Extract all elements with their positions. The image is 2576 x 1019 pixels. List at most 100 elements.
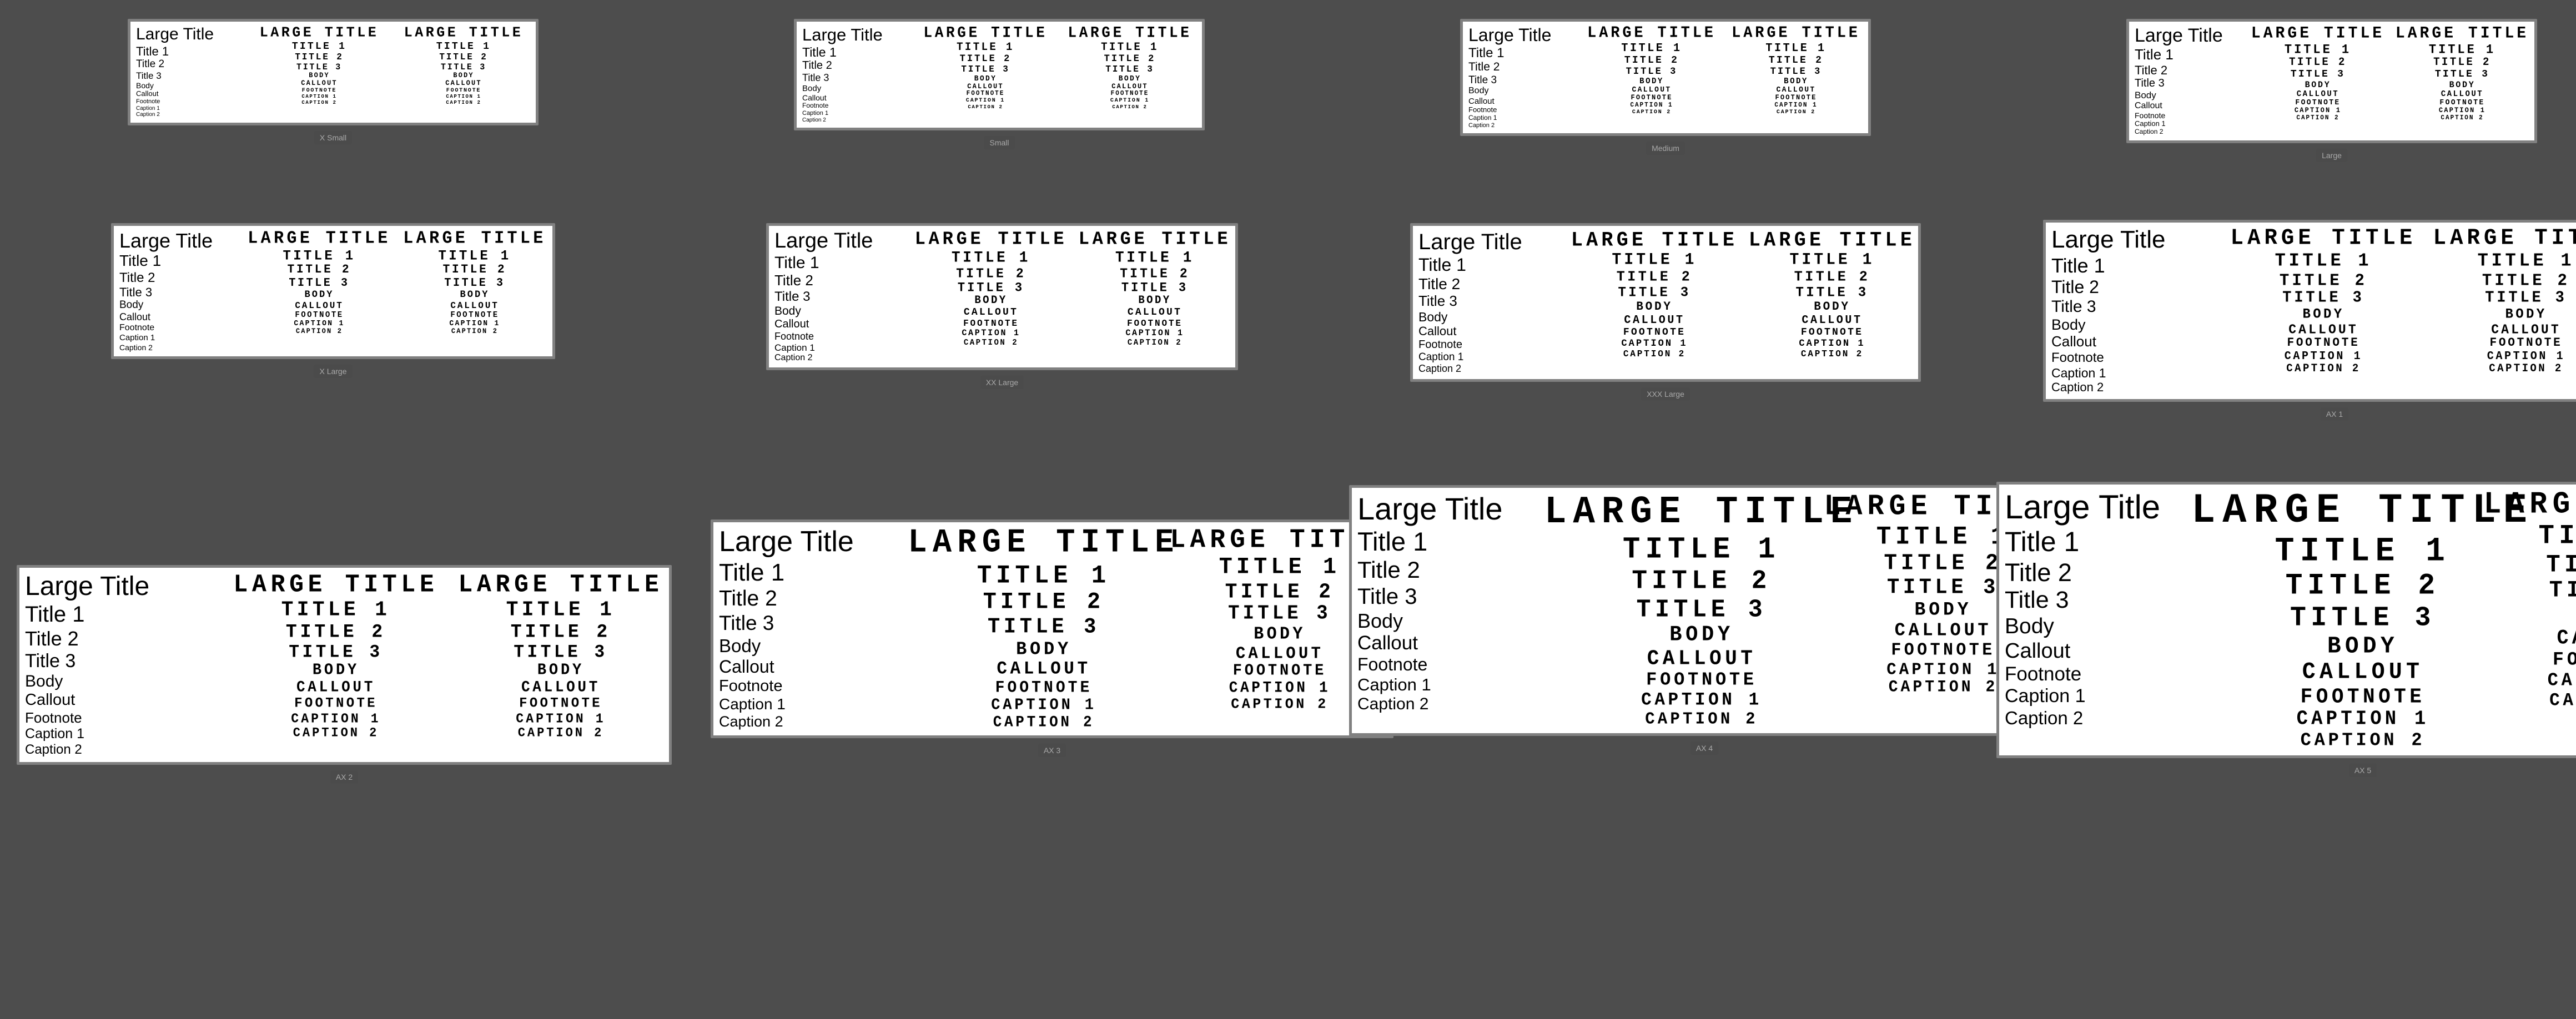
text-style-title2: TITLE 2 (1225, 581, 1335, 603)
column-pixel-b: LARGE TITLETITLE 1TITLE 2TITLE 3BODYCALL… (1063, 25, 1196, 123)
text-style-large-title: LARGE TITLE (1587, 25, 1716, 42)
text-style-title2: Title 2 (1418, 275, 1460, 293)
size-category-label: Small (984, 136, 1014, 149)
type-specimen-card: Large TitleTitle 1Title 2Title 3BodyCall… (2043, 220, 2576, 402)
text-style-title3: TITLE 3 (958, 281, 1024, 295)
text-style-large-title: Large Title (1357, 491, 1503, 527)
text-style-caption1: CAPTION 1 (1229, 680, 1331, 697)
text-style-title2: Title 2 (802, 59, 832, 72)
column-pixel-a: LARGE TITLETITLE 1TITLE 2TITLE 3BODYCALL… (2240, 25, 2396, 136)
text-style-caption1: Caption 1 (25, 726, 84, 742)
text-style-caption1: CAPTION 1 (1799, 339, 1865, 350)
text-style-caption2: CAPTION 2 (293, 726, 379, 740)
text-style-title1: TITLE 1 (506, 598, 616, 621)
text-style-callout: Callout (2135, 101, 2162, 111)
text-style-callout: Callout (136, 90, 158, 98)
text-style-title2: TITLE 2 (2482, 271, 2570, 290)
text-style-title3: TITLE 3 (289, 643, 383, 663)
text-style-caption1: Caption 1 (774, 342, 815, 354)
text-style-callout: CALLOUT (2288, 322, 2358, 337)
text-style-caption2: CAPTION 2 (2301, 730, 2426, 751)
text-style-callout: CALLOUT (1802, 314, 1862, 327)
size-category-label: AX 1 (2321, 407, 2348, 421)
text-style-title2: Title 2 (119, 270, 155, 286)
text-style-title2: TITLE 2 (1794, 269, 1870, 285)
text-style-body: Body (719, 635, 761, 657)
text-style-caption2: Caption 2 (1468, 122, 1495, 129)
text-style-body: BODY (1119, 75, 1141, 83)
text-style-caption2: CAPTION 2 (968, 104, 1003, 110)
text-style-title2: TITLE 2 (960, 54, 1012, 65)
text-style-caption2: CAPTION 2 (1889, 679, 1998, 697)
dynamic-type-size-board: Large TitleTitle 1Title 2Title 3BodyCall… (0, 0, 2576, 1019)
size-category-ax2: Large TitleTitle 1Title 2Title 3BodyCall… (17, 565, 672, 784)
text-style-footnote: Footnote (774, 331, 814, 342)
text-style-caption1: CAPTION 1 (1774, 102, 1817, 109)
text-style-caption2: CAPTION 2 (1623, 349, 1686, 359)
size-category-large: Large TitleTitle 1Title 2Title 3BodyCall… (2126, 19, 2537, 162)
text-style-caption1: CAPTION 1 (1641, 690, 1762, 710)
text-style-body: Body (119, 299, 143, 311)
text-style-caption1: Caption 1 (119, 333, 155, 342)
column-system: Large TitleTitle 1Title 2Title 3BodyCall… (136, 25, 242, 118)
text-style-caption2: CAPTION 2 (1231, 697, 1329, 713)
text-style-caption2: CAPTION 2 (1777, 109, 1815, 116)
text-style-body: BODY (460, 290, 489, 301)
text-style-caption1: Caption 1 (136, 105, 160, 112)
column-system: Large TitleTitle 1Title 2Title 3BodyCall… (119, 229, 236, 352)
size-category-ax1: Large TitleTitle 1Title 2Title 3BodyCall… (2043, 220, 2576, 421)
size-category-label: XXX Large (1641, 387, 1690, 401)
type-specimen-card: Large TitleTitle 1Title 2Title 3BodyCall… (794, 19, 1205, 130)
text-style-title1: TITLE 1 (2275, 534, 2451, 571)
text-style-title1: TITLE 1 (952, 250, 1030, 266)
text-style-caption2: CAPTION 2 (1128, 339, 1182, 347)
text-style-title1: Title 1 (1418, 255, 1466, 275)
text-style-footnote: FOOTNOTE (446, 88, 481, 94)
text-style-title2: TITLE 2 (1632, 567, 1771, 596)
text-style-large-title: LARGE TITLE (260, 25, 379, 41)
text-style-callout: Callout (119, 311, 150, 323)
type-specimen-card: Large TitleTitle 1Title 2Title 3BodyCall… (17, 565, 672, 765)
text-style-title2: TITLE 2 (2546, 552, 2576, 578)
text-style-callout: Callout (774, 318, 809, 331)
text-style-caption1: CAPTION 1 (1621, 339, 1687, 350)
column-system: Large TitleTitle 1Title 2Title 3BodyCall… (719, 526, 913, 731)
text-style-footnote: Footnote (2051, 350, 2104, 366)
size-category-label: AX 5 (2349, 764, 2377, 777)
text-style-callout: CALLOUT (1128, 307, 1182, 319)
column-system: Large TitleTitle 1Title 2Title 3BodyCall… (1357, 491, 1568, 729)
text-style-title2: TITLE 2 (295, 52, 343, 62)
text-style-caption2: CAPTION 2 (296, 328, 343, 336)
text-style-title3: Title 3 (2005, 587, 2069, 614)
text-style-title1: Title 1 (119, 252, 161, 270)
text-style-footnote: Footnote (136, 98, 160, 105)
text-style-title3: TITLE 3 (2290, 603, 2436, 634)
text-style-body: Body (136, 81, 154, 90)
text-style-large-title: LARGE TITLE (923, 25, 1047, 42)
text-style-body: BODY (1016, 639, 1071, 660)
text-style-body: BODY (537, 662, 584, 679)
text-style-footnote: FOOTNOTE (1891, 641, 1995, 660)
text-style-title2: TITLE 2 (1120, 266, 1190, 281)
text-style-caption1: CAPTION 1 (1110, 98, 1149, 104)
text-style-large-title: Large Title (802, 25, 883, 45)
text-style-title1: TITLE 1 (281, 598, 391, 621)
text-style-title1: TITLE 1 (2275, 251, 2372, 271)
text-style-caption1: Caption 1 (1357, 675, 1431, 695)
text-style-title3: TITLE 3 (1105, 64, 1154, 74)
text-style-body: Body (2135, 90, 2156, 101)
text-style-title2: Title 2 (1357, 557, 1420, 583)
text-style-caption1: Caption 1 (1418, 351, 1463, 364)
text-style-caption2: Caption 2 (25, 742, 82, 758)
text-style-caption1: Caption 1 (2005, 685, 2086, 707)
text-style-footnote: FOOTNOTE (1233, 663, 1327, 680)
text-style-caption2: Caption 2 (119, 343, 153, 352)
text-style-title3: Title 3 (719, 612, 774, 635)
text-style-title2: TITLE 2 (286, 622, 386, 643)
text-style-footnote: FOOTNOTE (2287, 337, 2359, 350)
text-style-large-title: LARGE TITLE (459, 571, 663, 598)
text-style-body: BODY (304, 290, 334, 301)
text-style-footnote: FOOTNOTE (1631, 94, 1673, 102)
text-style-title2: TITLE 2 (1617, 269, 1693, 285)
text-style-footnote: Footnote (119, 323, 154, 333)
